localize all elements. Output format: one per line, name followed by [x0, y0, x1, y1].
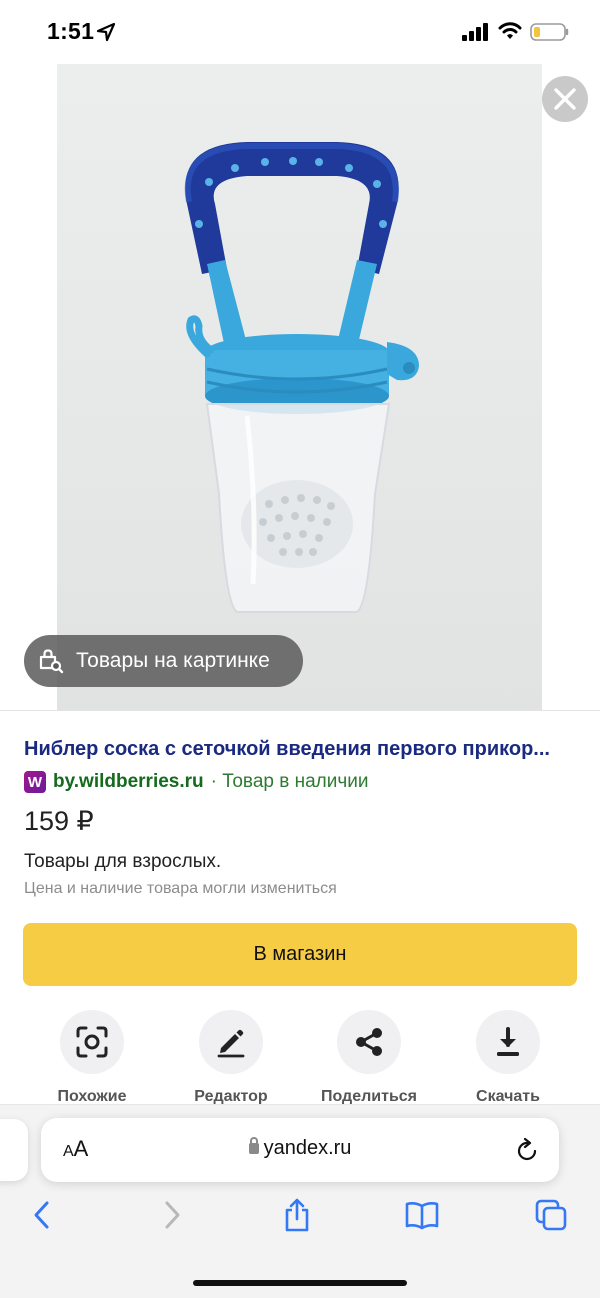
similar-action[interactable]: Похожие: [22, 1010, 162, 1106]
back-button[interactable]: [24, 1197, 60, 1233]
similar-button[interactable]: [60, 1010, 124, 1074]
share-square-icon: [285, 1198, 309, 1232]
reload-icon[interactable]: [514, 1138, 540, 1164]
share-button[interactable]: [337, 1010, 401, 1074]
image-viewer: Товары на картинке: [0, 64, 600, 710]
nibbler-pacifier-illustration: [184, 142, 419, 613]
product-price: 159 ₽: [24, 806, 94, 836]
price-disclaimer: Цена и наличие товара могли измениться: [24, 880, 337, 897]
download-action[interactable]: Скачать: [438, 1010, 578, 1106]
home-indicator: [193, 1280, 407, 1286]
share-icon: [356, 1028, 382, 1056]
source-row: W by.wildberries.ru · Товар в наличии: [24, 770, 369, 794]
download-icon: [497, 1027, 519, 1056]
previous-tab-preview[interactable]: [0, 1119, 28, 1181]
products-in-image-button[interactable]: Товары на картинке: [24, 635, 303, 687]
close-icon: [554, 88, 576, 110]
url-field[interactable]: yandex.ru: [41, 1137, 559, 1160]
download-button[interactable]: [476, 1010, 540, 1074]
product-category: Товары для взрослых.: [24, 851, 222, 872]
pencil-icon: [217, 1029, 245, 1058]
close-button[interactable]: [542, 76, 588, 122]
browser-bottom-bar: AA yandex.ru: [0, 1104, 600, 1298]
source-domain-link[interactable]: by.wildberries.ru: [53, 771, 204, 793]
address-bar[interactable]: AA yandex.ru: [41, 1118, 559, 1182]
action-row: Похожие Редактор Поделиться Скачать: [0, 1010, 600, 1105]
share-page-button[interactable]: [279, 1197, 315, 1233]
cellular-signal-icon: [462, 23, 488, 41]
divider: [0, 710, 600, 711]
product-photo[interactable]: [57, 64, 542, 710]
status-time: 1:51: [47, 18, 95, 44]
tabs-button[interactable]: [533, 1197, 569, 1233]
location-arrow-icon: [96, 22, 116, 42]
availability-text: · Товар в наличии: [210, 771, 369, 792]
shopping-bag-search-icon: [39, 649, 64, 674]
forward-button[interactable]: [154, 1197, 190, 1233]
lock-icon: [248, 1137, 259, 1154]
status-bar: 1:51: [0, 0, 600, 64]
chevron-right-icon: [165, 1201, 180, 1229]
bookmarks-button[interactable]: [404, 1197, 440, 1233]
battery-icon: [530, 23, 569, 41]
url-text: yandex.ru: [263, 1137, 352, 1159]
tabs-icon: [535, 1199, 567, 1231]
go-to-shop-button[interactable]: В магазин: [23, 923, 577, 986]
similar-scan-icon: [76, 1026, 108, 1058]
wifi-icon: [498, 22, 522, 39]
editor-action[interactable]: Редактор: [161, 1010, 301, 1106]
chevron-left-icon: [34, 1201, 49, 1229]
products-in-image-label: Товары на картинке: [76, 649, 270, 672]
wildberries-logo-icon: W: [24, 771, 46, 793]
share-action[interactable]: Поделиться: [299, 1010, 439, 1106]
browser-toolbar: [0, 1197, 600, 1241]
product-title-link[interactable]: Ниблер соска с сеточкой введения первого…: [24, 738, 584, 761]
book-icon: [405, 1202, 439, 1230]
editor-button[interactable]: [199, 1010, 263, 1074]
